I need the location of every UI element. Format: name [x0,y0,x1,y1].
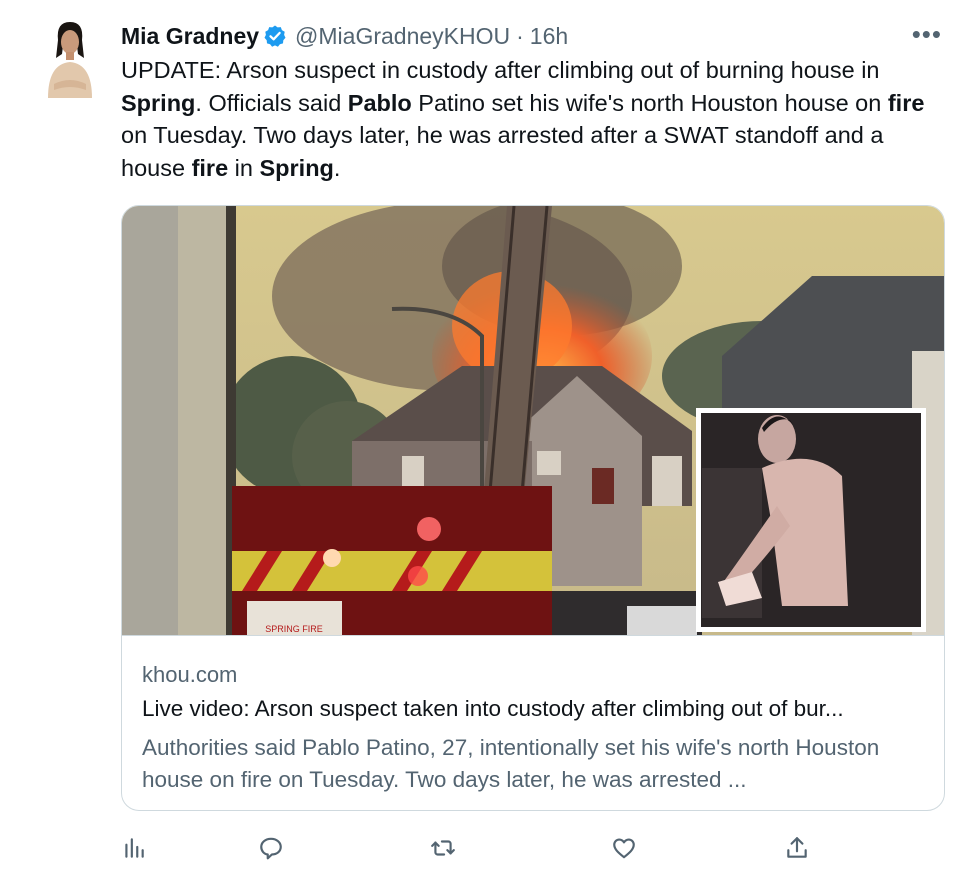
share-icon[interactable] [780,830,814,866]
card-domain: khou.com [142,662,238,687]
card-title[interactable]: Live video: Arson suspect taken into cus… [142,696,932,722]
card-image[interactable]: SPRING FIRE [122,206,944,636]
highlighted-term: Pablo [347,89,412,116]
truck-sign-text: SPRING FIRE [265,624,323,634]
highlighted-term: Spring [121,89,196,116]
reply-icon[interactable] [254,830,288,866]
retweet-icon[interactable] [426,830,460,866]
highlighted-term: Spring [259,154,334,181]
tweet-text-segment: UPDATE: Arson suspect in custody after c… [121,57,880,83]
author-handle[interactable]: @MiaGradneyKHOU [295,23,510,50]
tweet-text-segment: Patino set his wife's north Houston hous… [411,89,888,116]
tweet-text: UPDATE: Arson suspect in custody after c… [121,54,946,184]
tweet-text-segment: . [333,154,341,181]
verified-badge-icon [263,24,287,48]
header-separator: · [516,22,524,49]
author-name[interactable]: Mia Gradney [121,23,259,50]
highlighted-term: fire [887,89,925,116]
link-card[interactable]: SPRING FIRE khou.com Live video: Arson s… [121,205,945,811]
tweet-text-segment: in [228,154,260,181]
more-options-icon[interactable]: ••• [912,20,942,48]
card-description: Authorities said Pablo Patino, 27, inten… [142,735,880,792]
tweet-header: Mia Gradney @MiaGradneyKHOU · 16h ••• [121,20,960,52]
avatar[interactable] [40,18,98,98]
tweet-timestamp[interactable]: 16h [530,23,568,50]
tweet-text-segment: . Officials said [195,89,348,116]
tweet-actions [121,830,841,866]
analytics-icon[interactable] [117,830,151,866]
like-icon[interactable] [607,830,641,866]
highlighted-term: fire [191,154,229,181]
